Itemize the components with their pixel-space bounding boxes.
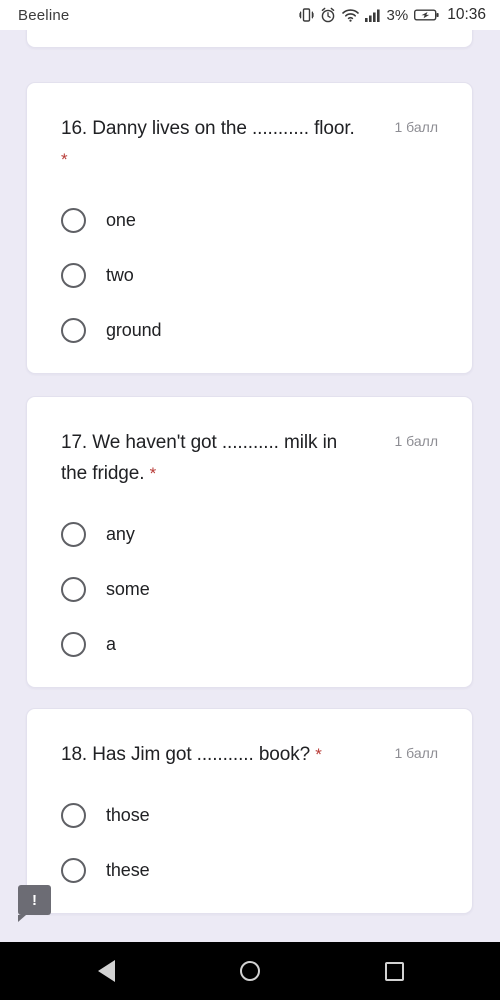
back-triangle-icon xyxy=(97,960,115,982)
form-scroll-area[interactable]: 16. Danny lives on the ........... floor… xyxy=(0,30,500,942)
back-button[interactable] xyxy=(88,953,124,989)
radio-circle-icon[interactable] xyxy=(61,576,86,602)
battery-charging-icon xyxy=(414,8,439,22)
option-label: those xyxy=(106,804,150,825)
phone-screen: Beeline 3% 10:36 16. Danny lives on the … xyxy=(0,0,500,1000)
radio-option[interactable]: some xyxy=(61,572,438,606)
option-label: two xyxy=(106,264,134,285)
carrier-label: Beeline xyxy=(18,6,70,24)
status-bar: Beeline 3% 10:36 xyxy=(0,0,500,30)
question-card-18[interactable]: 18. Has Jim got ........... book? * 1 ба… xyxy=(26,708,473,914)
option-label: one xyxy=(106,209,136,230)
option-label: these xyxy=(106,859,150,880)
question-text: 18. Has Jim got ........... book? * xyxy=(61,739,322,770)
radio-circle-icon[interactable] xyxy=(61,207,86,233)
question-text-value: 17. We haven't got ........... milk in t… xyxy=(61,432,338,484)
question-text: 16. Danny lives on the ........... floor… xyxy=(61,113,366,175)
status-icons: 3% 10:36 xyxy=(298,6,486,24)
question-text: 17. We haven't got ........... milk in t… xyxy=(61,427,366,489)
android-navigation-bar xyxy=(0,942,500,1000)
feedback-bubble-button[interactable]: ! xyxy=(18,885,51,922)
radio-circle-icon[interactable] xyxy=(61,317,86,343)
option-label: a xyxy=(106,633,116,654)
options-group: one two ground xyxy=(61,203,438,347)
radio-option[interactable]: a xyxy=(61,627,438,661)
points-label: 1 балл xyxy=(394,745,439,761)
required-asterisk: * xyxy=(149,464,157,483)
question-text-value: 16. Danny lives on the ........... floor… xyxy=(61,118,355,139)
question-card-17[interactable]: 17. We haven't got ........... milk in t… xyxy=(26,396,473,688)
recents-button[interactable] xyxy=(376,953,412,989)
options-group: any some a xyxy=(61,517,438,661)
question-card-16[interactable]: 16. Danny lives on the ........... floor… xyxy=(26,82,473,374)
question-header: 18. Has Jim got ........... book? * 1 ба… xyxy=(61,739,438,770)
radio-circle-icon[interactable] xyxy=(61,631,86,657)
wifi-icon xyxy=(341,8,359,22)
exclamation-icon: ! xyxy=(32,891,37,909)
radio-option[interactable]: two xyxy=(61,258,438,292)
radio-option[interactable]: any xyxy=(61,517,438,551)
question-text-value: 18. Has Jim got ........... book? xyxy=(61,744,311,765)
required-asterisk: * xyxy=(315,745,322,764)
alarm-icon xyxy=(320,7,336,23)
points-label: 1 балл xyxy=(394,119,439,135)
battery-percent-label: 3% xyxy=(386,6,409,24)
radio-option[interactable]: these xyxy=(61,853,438,887)
home-button[interactable] xyxy=(232,953,268,989)
clock-label: 10:36 xyxy=(447,6,486,23)
radio-circle-icon[interactable] xyxy=(61,262,86,288)
radio-circle-icon[interactable] xyxy=(61,802,86,828)
vibrate-icon xyxy=(298,7,314,23)
radio-option[interactable]: ground xyxy=(61,313,438,347)
radio-option[interactable]: one xyxy=(61,203,438,237)
recents-square-icon xyxy=(384,961,404,981)
option-label: some xyxy=(106,578,150,599)
points-label: 1 балл xyxy=(394,433,439,449)
options-group: those these xyxy=(61,798,438,887)
option-label: ground xyxy=(106,319,162,340)
required-asterisk: * xyxy=(61,150,68,169)
home-circle-icon xyxy=(240,961,260,981)
radio-circle-icon[interactable] xyxy=(61,857,86,883)
option-label: any xyxy=(106,523,135,544)
radio-option[interactable]: those xyxy=(61,798,438,832)
question-header: 17. We haven't got ........... milk in t… xyxy=(61,427,438,489)
radio-circle-icon[interactable] xyxy=(61,521,86,547)
signal-icon xyxy=(364,8,381,22)
question-card-previous-partial[interactable] xyxy=(26,30,473,48)
question-header: 16. Danny lives on the ........... floor… xyxy=(61,113,438,175)
